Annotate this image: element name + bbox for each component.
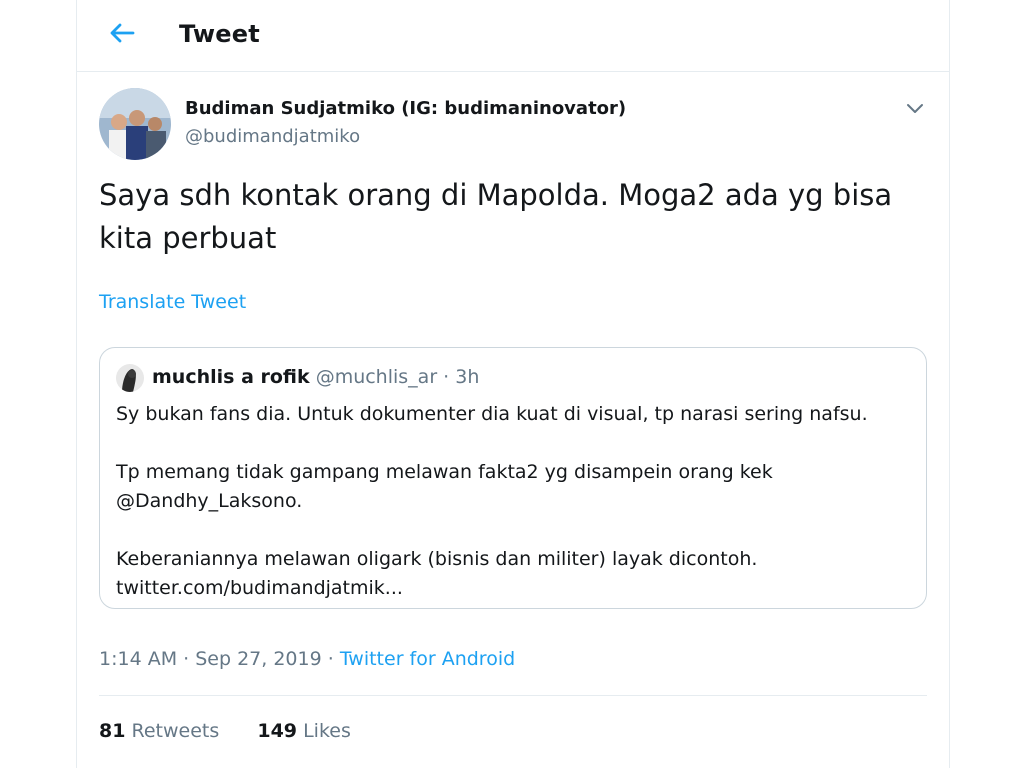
author-avatar[interactable] bbox=[99, 88, 171, 160]
retweets-count: 81 bbox=[99, 720, 126, 742]
quoted-author-avatar[interactable] bbox=[116, 364, 144, 392]
tweet-stats: 81 Retweets 149 Likes bbox=[99, 720, 351, 742]
tweet-timestamp-row: 1:14 AM · Sep 27, 2019 · Twitter for And… bbox=[99, 648, 515, 670]
author-handle[interactable]: @budimandjatmiko bbox=[185, 126, 360, 147]
likes-count: 149 bbox=[257, 720, 298, 742]
author-name[interactable]: Budiman Sudjatmiko (IG: budimaninovator) bbox=[185, 98, 626, 119]
page-title: Tweet bbox=[179, 20, 260, 48]
chevron-down-icon[interactable] bbox=[903, 96, 927, 120]
quoted-link: twitter.com/budimandjatmik... bbox=[116, 577, 403, 599]
likes-label: Likes bbox=[303, 720, 351, 742]
retweets-label: Retweets bbox=[131, 720, 220, 742]
quoted-line: Keberaniannya melawan oligark (bisnis da… bbox=[116, 548, 758, 570]
tweet-column: Tweet Budiman Sudjatmiko (IG: budimanino… bbox=[76, 0, 950, 768]
tweet-date[interactable]: Sep 27, 2019 bbox=[195, 648, 321, 670]
divider bbox=[99, 695, 927, 696]
timestamp-separator: · bbox=[321, 648, 340, 670]
quoted-author-handle[interactable]: @muchlis_ar bbox=[316, 366, 437, 388]
likes-stat[interactable]: 149 Likes bbox=[257, 720, 351, 742]
tweet-time[interactable]: 1:14 AM bbox=[99, 648, 177, 670]
timestamp-separator: · bbox=[177, 648, 196, 670]
quoted-mention: @Dandhy_Laksono. bbox=[116, 490, 303, 512]
quoted-time[interactable]: 3h bbox=[455, 366, 479, 388]
page-header: Tweet bbox=[77, 0, 949, 72]
retweets-stat[interactable]: 81 Retweets bbox=[99, 720, 219, 742]
tweet-text: Saya sdh kontak orang di Mapolda. Moga2 … bbox=[99, 178, 893, 255]
quoted-separator: · bbox=[437, 366, 456, 388]
quoted-line: Tp memang tidak gampang melawan fakta2 y… bbox=[116, 461, 773, 483]
quoted-line: Sy bukan fans dia. Untuk dokumenter dia … bbox=[116, 403, 868, 425]
tweet-source-link[interactable]: Twitter for Android bbox=[340, 648, 515, 670]
quoted-tweet[interactable]: muchlis a rofik @muchlis_ar · 3h Sy buka… bbox=[99, 347, 927, 609]
quoted-tweet-text: Sy bukan fans dia. Untuk dokumenter dia … bbox=[116, 400, 906, 603]
translate-tweet-link[interactable]: Translate Tweet bbox=[99, 291, 246, 313]
quoted-author-name[interactable]: muchlis a rofik bbox=[152, 366, 310, 388]
back-arrow-icon[interactable] bbox=[107, 18, 137, 48]
quoted-tweet-header: muchlis a rofik @muchlis_ar · 3h bbox=[152, 366, 479, 388]
